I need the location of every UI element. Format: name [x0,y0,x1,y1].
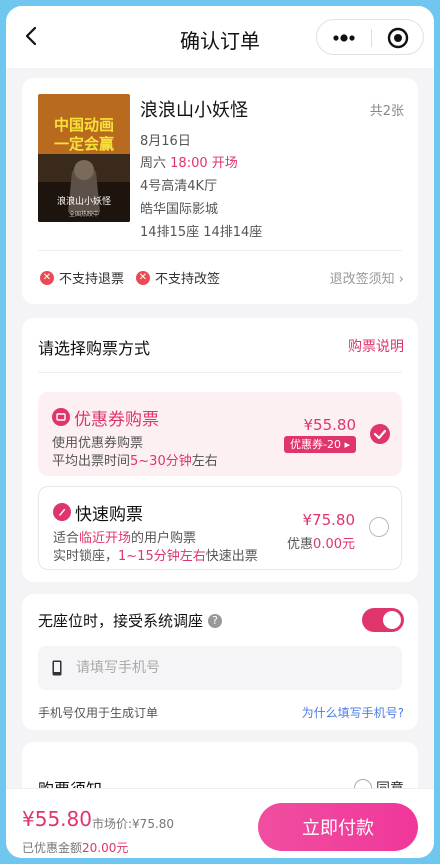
coupon-icon [52,408,70,426]
fast-option-desc: 适合临近开场的用户购票 [53,531,197,546]
why-phone-link[interactable]: 为什么填写手机号? [302,704,404,721]
purchase-method-title: 请选择购票方式 [38,339,151,358]
poster-title-line2: 一定会赢 [54,135,114,153]
no-refund-tag: ✕ 不支持退票 [40,268,124,287]
refund-policy-label: 退改签须知 [329,272,395,287]
seat-info: 14排15座 14排14座 [140,225,263,240]
fast-option-price: ¥75.80 [302,511,356,529]
movie-info-card: 中国动画 一定会赢 浪浪山小妖怪 全国热映中 浪浪山小妖怪 共2张 8月16日 … [22,78,418,304]
toggle-knob [383,611,401,629]
seat-adjust-label: 无座位时，接受系统调座 [38,612,204,630]
checked-icon[interactable] [370,424,390,444]
movie-title: 浪浪山小妖怪 [140,100,248,121]
poster-image: 中国动画 一定会赢 浪浪山小妖怪 全国热映中 [38,94,130,222]
divider [38,372,402,373]
phone-input[interactable] [38,646,402,690]
poster-title-line1: 中国动画 [54,116,114,134]
coupon-option-time: 平均出票时间5~30分钟左右 [52,454,218,469]
show-time: 18:00 开场 [170,156,238,171]
more-button[interactable] [317,20,371,56]
more-dots-icon [333,34,355,42]
market-price: 市场价:¥75.80 [92,817,175,831]
poster-caption: 全国热映中 [69,210,99,218]
divider [38,250,402,251]
refund-policy-link[interactable]: 退改签须知 › [330,268,404,287]
cross-icon: ✕ [40,270,54,285]
seat-adjust-toggle[interactable] [362,608,404,632]
mini-program-capsule [316,19,424,55]
seat-adjust-row: 无座位时，接受系统调座 ? [38,610,223,631]
rocket-icon [53,503,71,521]
saved-amount: 已优惠金额20.00元 [22,841,129,855]
coupon-option-price: ¥55.80 [303,416,357,434]
mobile-phone-icon [52,660,62,676]
show-weekday: 周六 [140,156,167,171]
help-icon[interactable]: ? [208,613,223,628]
coupon-option-desc: 使用优惠券购票 [52,436,144,451]
no-refund-label: 不支持退票 [59,272,125,287]
cinema-name: 皓华国际影城 [140,202,219,217]
coupon-option-name: 优惠券购票 [74,410,159,430]
purchase-help-link[interactable]: 购票说明 [348,336,404,356]
nav-bar: 确认订单 [6,6,434,68]
hall-name: 4号高清4K厅 [140,179,218,194]
pay-now-button[interactable]: 立即付款 [258,803,418,851]
phone-note: 手机号仅用于生成订单 [38,706,159,720]
cross-icon: ✕ [136,270,150,285]
fast-option-time: 实时锁座，1~15分钟左右快速出票 [53,549,258,564]
ticket-count: 共2张 [369,104,404,119]
fast-option-discount: 优惠0.00元 [287,537,355,552]
coupon-badge[interactable]: 优惠券-20 ▸ [284,436,356,453]
poster-sub-title: 浪浪山小妖怪 [57,195,111,207]
fast-purchase-option[interactable]: 快速购票 适合临近开场的用户购票 实时锁座，1~15分钟左右快速出票 ¥75.8… [38,486,402,570]
close-button[interactable] [372,20,425,56]
phone-screen: 确认订单 中国动画 一定会赢 浪浪山小妖怪 全国热映中 浪浪山小妖怪 共2张 8… [6,6,434,858]
show-date: 8月16日 [140,134,191,149]
movie-poster[interactable]: 中国动画 一定会赢 浪浪山小妖怪 全国热映中 [38,94,130,222]
coupon-purchase-option[interactable]: 优惠券购票 使用优惠券购票 平均出票时间5~30分钟左右 ¥55.80 优惠券-… [38,392,402,476]
no-change-tag: ✕ 不支持改签 [136,268,220,287]
no-change-label: 不支持改签 [155,272,221,287]
seat-adjust-card: 无座位时，接受系统调座 ? 手机号仅用于生成订单 为什么填写手机号? [22,594,418,730]
checkout-bar: ¥55.80 市场价:¥75.80 已优惠金额20.00元 立即付款 [6,788,434,858]
fast-option-name: 快速购票 [75,505,143,525]
unchecked-radio[interactable] [369,517,389,537]
target-close-icon [387,27,409,49]
chevron-right-icon: › [398,272,404,287]
show-time-line: 周六 18:00 开场 [140,152,238,171]
purchase-method-card: 请选择购票方式 购票说明 优惠券购票 使用优惠券购票 平均出票时间5~30分钟左… [22,318,418,582]
total-price: ¥55.80 [22,807,92,831]
